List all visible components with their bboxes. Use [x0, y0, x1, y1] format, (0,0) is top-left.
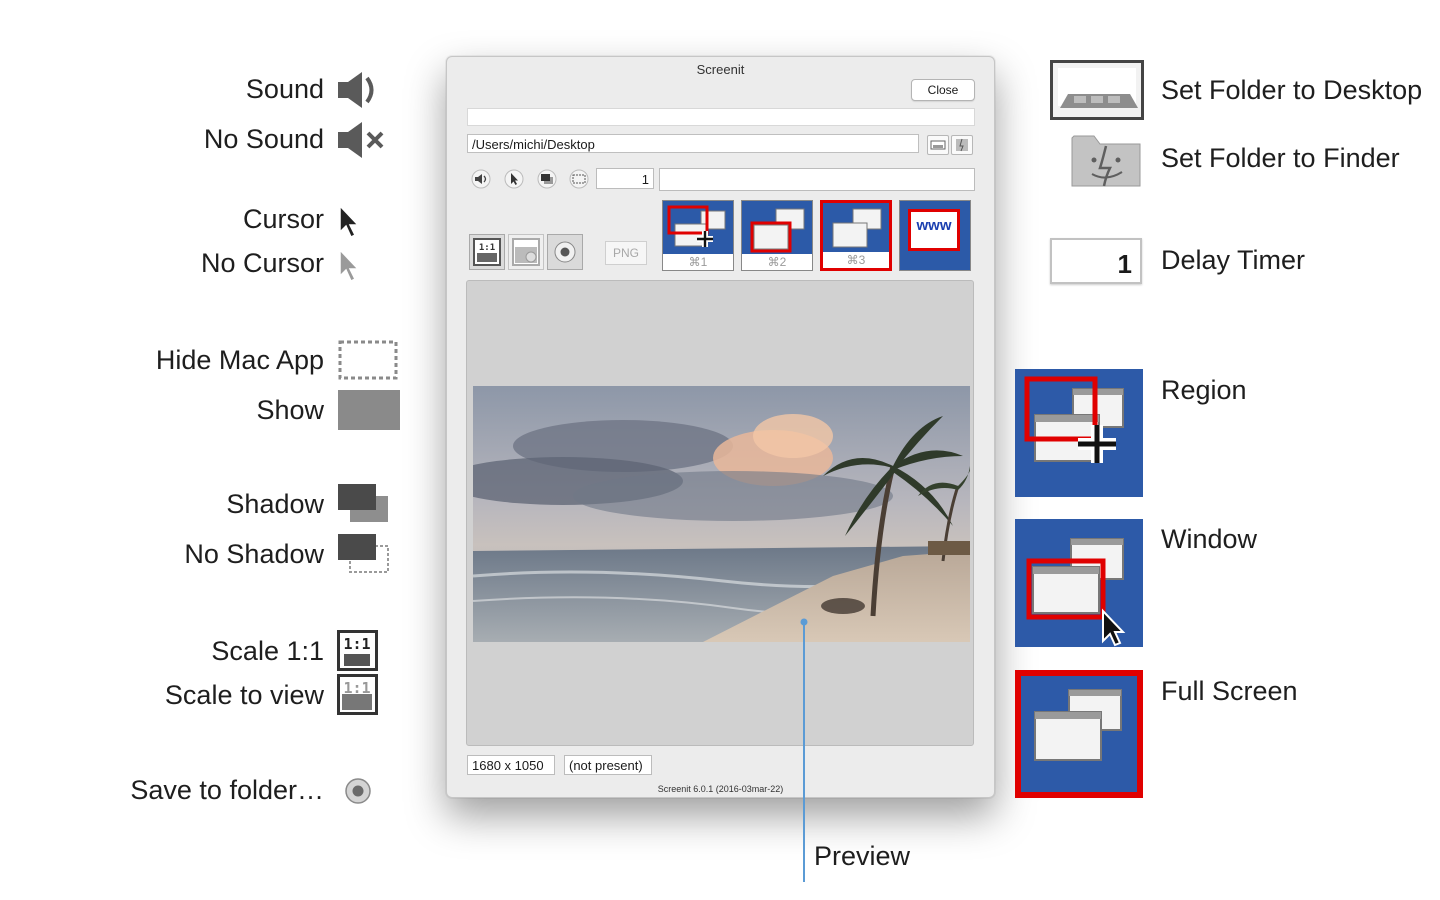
window-capture-icon — [750, 208, 805, 253]
shadow-icon — [338, 484, 388, 522]
close-button[interactable]: Close — [911, 79, 975, 101]
scale-to-view-icon: 1:1 — [337, 674, 378, 715]
scale-to-view-icon — [512, 238, 540, 266]
svg-text:1:1: 1:1 — [343, 635, 370, 653]
legend-no-sound: No Sound — [203, 124, 324, 154]
no-shadow-icon — [338, 534, 389, 573]
delay-timer-sample: 1 — [1050, 238, 1142, 284]
legend-set-folder-desktop: Set Folder to Desktop — [1161, 75, 1423, 105]
svg-text:1:1: 1:1 — [479, 243, 495, 253]
fullscreen-capture-icon — [832, 208, 882, 248]
region-capture-icon — [667, 205, 726, 247]
scale-one-to-one-icon: 1:1 — [337, 630, 378, 671]
show-app-icon — [338, 390, 400, 430]
legend-save-to-folder: Save to folder… — [130, 775, 324, 805]
save-disc-icon — [554, 241, 576, 263]
region-icon-large — [1015, 369, 1143, 497]
scale-to-view-button[interactable] — [508, 234, 544, 270]
capture-fullscreen-button[interactable]: ⌘3 — [820, 200, 892, 271]
legend-window: Window — [1161, 524, 1258, 554]
save-disc-icon — [345, 778, 371, 804]
desktop-folder-icon — [1050, 60, 1144, 120]
cursor-toggle-icon[interactable] — [504, 169, 524, 189]
legend-preview: Preview — [814, 841, 911, 871]
legend-delay-timer: Delay Timer — [1161, 245, 1306, 275]
desktop-icon — [930, 140, 946, 150]
progress-bar — [467, 108, 975, 126]
shortcut-label: ⌘1 — [663, 254, 733, 270]
filename-field[interactable] — [659, 168, 975, 191]
preview-area — [466, 280, 974, 746]
legend-full-screen: Full Screen — [1161, 676, 1298, 706]
legend-set-folder-finder: Set Folder to Finder — [1161, 143, 1400, 173]
finder-icon — [956, 138, 968, 152]
desktop-folder-button[interactable] — [927, 135, 949, 155]
legend-no-shadow: No Shadow — [184, 539, 324, 569]
status-field: (not present) — [564, 755, 652, 775]
legend-scale-to-view: Scale to view — [164, 680, 324, 710]
scale-one-to-one-button[interactable]: 1:1 — [469, 234, 505, 270]
hide-app-toggle-icon[interactable] — [569, 169, 589, 189]
legend-shadow: Shadow — [226, 489, 324, 519]
capture-web-button[interactable]: www — [899, 200, 971, 271]
speaker-icon — [338, 72, 374, 108]
version-text: Screenit 6.0.1 (2016-03mar-22) — [657, 784, 784, 794]
shortcut-label: ⌘3 — [823, 252, 889, 268]
finder-folder-button[interactable] — [951, 135, 973, 155]
capture-window-button[interactable]: ⌘2 — [741, 200, 813, 271]
legend-scale-1-1: Scale 1:1 — [211, 636, 324, 666]
preview-pointer-line — [800, 618, 808, 882]
fullscreen-icon-large — [1015, 670, 1143, 798]
legend-show: Show — [256, 395, 324, 425]
preview-image — [473, 386, 970, 642]
www-label: www — [916, 217, 952, 234]
legend-cursor: Cursor — [242, 204, 324, 234]
legend-sound: Sound — [245, 74, 324, 104]
shortcut-label: ⌘2 — [742, 254, 812, 270]
shadow-toggle-icon[interactable] — [537, 169, 557, 189]
capture-region-button[interactable]: ⌘1 — [662, 200, 734, 271]
delay-timer-field[interactable]: 1 — [596, 168, 654, 189]
sound-toggle-icon[interactable] — [471, 169, 491, 189]
no-cursor-icon — [339, 248, 360, 283]
resolution-field: 1680 x 1050 — [467, 755, 555, 775]
legend-hide-mac-app: Hide Mac App — [155, 345, 324, 375]
speaker-mute-icon — [338, 122, 384, 158]
finder-folder-icon — [1071, 135, 1141, 187]
scale-one-to-one-icon: 1:1 — [473, 238, 501, 266]
format-button[interactable]: PNG — [605, 241, 647, 265]
folder-path-field[interactable]: /Users/michi/Desktop — [467, 134, 919, 153]
legend-region: Region — [1161, 375, 1247, 405]
cursor-icon — [339, 204, 360, 239]
screenit-window: Screenit Close /Users/michi/Desktop 1 1:… — [446, 56, 995, 798]
window-icon-large — [1015, 519, 1143, 647]
hide-app-icon — [338, 340, 398, 380]
save-to-folder-button[interactable] — [547, 234, 583, 270]
legend-no-cursor: No Cursor — [200, 248, 324, 278]
window-title: Screenit — [696, 62, 745, 77]
